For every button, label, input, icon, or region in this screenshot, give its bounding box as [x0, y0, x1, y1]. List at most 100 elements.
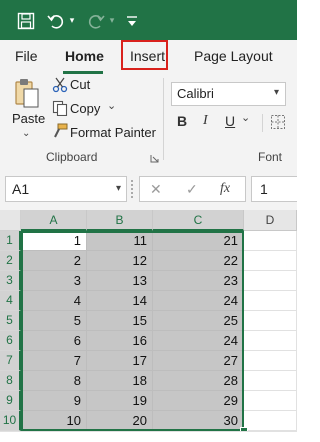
cell[interactable]: 18 — [87, 371, 153, 391]
cell[interactable]: 13 — [87, 271, 153, 291]
cell[interactable]: 8 — [21, 371, 87, 391]
formula-input[interactable]: 1 — [251, 176, 297, 202]
cell[interactable] — [244, 391, 297, 411]
paste-dropdown-icon[interactable]: ⌄ — [22, 128, 30, 139]
tab-file[interactable]: File — [15, 48, 38, 64]
cell[interactable]: 22 — [153, 251, 244, 271]
cell[interactable]: 17 — [87, 351, 153, 371]
cell[interactable]: 23 — [153, 271, 244, 291]
cell[interactable] — [244, 351, 297, 371]
scissors-icon[interactable] — [52, 77, 68, 96]
chevron-down-icon: ▾ — [115, 183, 121, 194]
cell[interactable] — [244, 291, 297, 311]
copy-button[interactable]: Copy — [70, 101, 100, 116]
cell[interactable]: 12 — [87, 251, 153, 271]
cell[interactable]: 20 — [87, 411, 153, 431]
cancel-icon[interactable]: ✕ — [150, 181, 162, 198]
row-header[interactable]: 7 — [0, 351, 21, 371]
cell[interactable]: 25 — [153, 311, 244, 331]
redo-dropdown-icon: ▾ — [109, 14, 115, 25]
font-name-dropdown[interactable]: Calibri ▾ — [171, 82, 286, 106]
cell[interactable]: 24 — [153, 291, 244, 311]
select-all-corner[interactable] — [0, 210, 21, 231]
italic-button[interactable]: I — [203, 113, 208, 129]
cell[interactable]: 3 — [21, 271, 87, 291]
cell[interactable]: 7 — [21, 351, 87, 371]
row-header[interactable]: 3 — [0, 271, 21, 291]
ribbon: Paste ⌄ Cut Copy ⌄ Format Painter Clipbo… — [0, 74, 297, 167]
insert-function-button[interactable]: fx — [220, 181, 230, 197]
customize-qat-icon[interactable] — [124, 11, 140, 31]
cell[interactable]: 21 — [153, 231, 244, 251]
cell[interactable]: 2 — [21, 251, 87, 271]
cell[interactable]: 9 — [21, 391, 87, 411]
cell[interactable]: 4 — [21, 291, 87, 311]
cell[interactable]: 16 — [87, 331, 153, 351]
clipboard-group-label: Clipboard — [46, 150, 98, 164]
cell[interactable] — [244, 411, 297, 431]
cell[interactable]: 27 — [153, 351, 244, 371]
cell[interactable]: 15 — [87, 311, 153, 331]
tab-page-layout[interactable]: Page Layout — [194, 48, 273, 64]
enter-icon[interactable]: ✓ — [186, 181, 198, 198]
title-bar: ▾ ▾ — [0, 0, 297, 40]
tab-home[interactable]: Home — [65, 48, 104, 64]
copy-icon[interactable] — [52, 100, 68, 119]
column-header-d[interactable]: D — [244, 210, 297, 231]
name-box-value: A1 — [12, 181, 30, 197]
cell[interactable] — [244, 311, 297, 331]
save-icon[interactable] — [16, 11, 36, 31]
underline-button[interactable]: U — [225, 113, 235, 129]
formula-buttons: ✕ ✓ fx — [139, 176, 246, 202]
copy-dropdown-icon[interactable]: ⌄ — [107, 99, 116, 112]
active-cell[interactable]: 1 — [21, 231, 87, 251]
undo-icon[interactable] — [46, 11, 66, 31]
cell[interactable] — [244, 231, 297, 251]
row-header[interactable]: 9 — [0, 391, 21, 411]
clipboard-dialog-launcher-icon[interactable] — [150, 151, 159, 166]
row-header[interactable]: 2 — [0, 251, 21, 271]
column-header-b[interactable]: B — [87, 210, 153, 231]
column-header-c[interactable]: C — [153, 210, 244, 231]
cell[interactable]: 30 — [153, 411, 244, 431]
redo-icon — [86, 11, 106, 31]
cell[interactable] — [244, 371, 297, 391]
cell[interactable]: 6 — [21, 331, 87, 351]
row-header[interactable]: 10 — [0, 411, 21, 431]
cell[interactable] — [244, 271, 297, 291]
row-header[interactable]: 1 — [0, 231, 21, 251]
font-format-separator — [262, 114, 263, 132]
cell[interactable] — [244, 251, 297, 271]
cell[interactable]: 11 — [87, 231, 153, 251]
cell[interactable]: 5 — [21, 311, 87, 331]
cell[interactable]: 29 — [153, 391, 244, 411]
borders-icon[interactable] — [270, 114, 286, 133]
font-group-label: Font — [258, 150, 283, 164]
row-header[interactable]: 6 — [0, 331, 21, 351]
format-painter-button[interactable]: Format Painter — [70, 125, 156, 140]
cell[interactable] — [244, 331, 297, 351]
formula-bar-grip-icon — [131, 180, 136, 198]
column-header-a[interactable]: A — [21, 210, 87, 231]
paste-button[interactable]: Paste — [12, 111, 45, 126]
row-header[interactable]: 5 — [0, 311, 21, 331]
chevron-down-icon: ▾ — [273, 87, 279, 98]
row-header[interactable]: 4 — [0, 291, 21, 311]
paste-icon[interactable] — [13, 78, 41, 113]
row-header[interactable]: 8 — [0, 371, 21, 391]
font-name-value: Calibri — [177, 86, 214, 101]
bold-button[interactable]: B — [177, 113, 187, 129]
underline-dropdown-icon[interactable]: ⌄ — [241, 111, 250, 124]
format-painter-icon[interactable] — [52, 123, 68, 142]
cell[interactable]: 28 — [153, 371, 244, 391]
grid-bottom-edge — [0, 431, 297, 442]
cell[interactable]: 14 — [87, 291, 153, 311]
undo-dropdown-icon[interactable]: ▾ — [67, 15, 77, 25]
cell[interactable]: 24 — [153, 331, 244, 351]
ribbon-group-separator — [163, 78, 164, 160]
cut-button[interactable]: Cut — [70, 77, 90, 92]
cell[interactable]: 19 — [87, 391, 153, 411]
name-box[interactable]: A1 ▾ — [5, 176, 127, 202]
cell[interactable]: 10 — [21, 411, 87, 431]
insert-tab-highlight — [121, 40, 168, 70]
